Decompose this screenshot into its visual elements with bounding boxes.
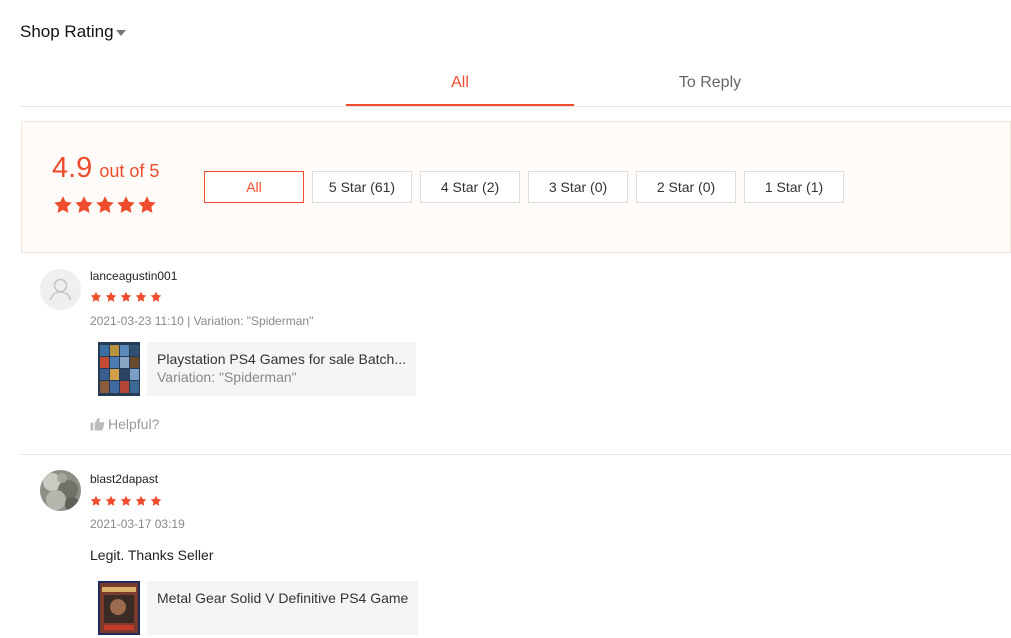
star-icon: [135, 495, 147, 506]
review-username[interactable]: lanceagustin001: [90, 269, 177, 283]
filter-all-button[interactable]: All: [204, 171, 304, 203]
filter-3-star-button[interactable]: 3 Star (0): [528, 171, 628, 203]
star-icon: [150, 291, 162, 302]
star-icon: [135, 291, 147, 302]
user-photo: [40, 470, 81, 511]
star-icon: [120, 495, 132, 506]
review-stars: [90, 291, 162, 303]
rating-score: 4.9 out of 5: [52, 152, 159, 185]
star-icon: [105, 291, 117, 302]
product-image: [98, 342, 140, 396]
product-variation: Variation: "Spiderman": [157, 369, 297, 385]
filter-4-star-button[interactable]: 4 Star (2): [420, 171, 520, 203]
rating-overview: 4.9 out of 5 All 5 Star (61) 4 Star (2) …: [21, 121, 1011, 253]
tab-all[interactable]: All: [346, 62, 574, 106]
page-title-label: Shop Rating: [20, 22, 114, 41]
review-meta: 2021-03-23 11:10 | Variation: "Spiderman…: [90, 314, 314, 328]
star-icon: [90, 291, 102, 302]
default-user-icon: [40, 269, 81, 310]
star-icon: [117, 196, 135, 213]
review-item: lanceagustin001 2021-03-23 11:10 | Varia…: [20, 254, 1011, 455]
review-meta: 2021-03-17 03:19: [90, 517, 185, 531]
helpful-button[interactable]: Helpful?: [90, 416, 159, 432]
review-product[interactable]: Metal Gear Solid V Definitive PS4 Game: [98, 581, 419, 635]
product-name: Playstation PS4 Games for sale Batch...: [157, 351, 407, 367]
star-icon: [120, 291, 132, 302]
filter-1-star-button[interactable]: 1 Star (1): [744, 171, 844, 203]
tab-to-reply[interactable]: To Reply: [596, 62, 824, 106]
product-thumbnail[interactable]: [98, 581, 140, 635]
filter-2-star-button[interactable]: 2 Star (0): [636, 171, 736, 203]
star-icon: [54, 196, 72, 213]
rating-score-value: 4.9: [52, 152, 93, 184]
page-title[interactable]: Shop Rating: [20, 22, 126, 42]
star-icon: [105, 495, 117, 506]
review-username[interactable]: blast2dapast: [90, 472, 158, 486]
review-item: blast2dapast 2021-03-17 03:19 Legit. Tha…: [20, 455, 1011, 638]
tab-bar: All To Reply: [20, 62, 1011, 107]
product-info[interactable]: Playstation PS4 Games for sale Batch... …: [147, 342, 417, 396]
filter-5-star-button[interactable]: 5 Star (61): [312, 171, 412, 203]
thumbs-up-icon: [90, 417, 105, 431]
caret-down-icon[interactable]: [115, 30, 126, 36]
star-icon: [90, 495, 102, 506]
review-stars: [90, 495, 162, 507]
review-comment: Legit. Thanks Seller: [90, 547, 214, 563]
product-thumbnail[interactable]: [98, 342, 140, 396]
product-info[interactable]: Metal Gear Solid V Definitive PS4 Game: [147, 581, 419, 635]
helpful-label: Helpful?: [108, 416, 160, 432]
review-product[interactable]: Playstation PS4 Games for sale Batch... …: [98, 342, 417, 396]
product-name: Metal Gear Solid V Definitive PS4 Game: [157, 590, 409, 606]
star-icon: [96, 196, 114, 213]
product-image: [98, 581, 140, 635]
star-icon: [75, 196, 93, 213]
star-icon: [138, 196, 156, 213]
avatar[interactable]: [40, 470, 81, 511]
rating-score-suffix: out of 5: [99, 161, 160, 181]
star-icon: [150, 495, 162, 506]
avatar[interactable]: [40, 269, 81, 310]
rating-stars: [53, 195, 157, 215]
